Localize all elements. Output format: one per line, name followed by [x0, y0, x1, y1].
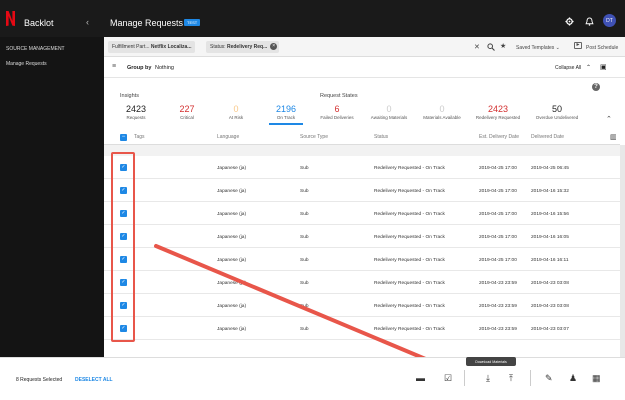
assign-person-icon[interactable]: ♟: [569, 373, 577, 384]
annotation-arrow: [154, 244, 490, 386]
pencil-edit-icon[interactable]: ✎: [545, 373, 553, 384]
edit-note-icon[interactable]: ☑: [444, 373, 452, 384]
deselect-all-button[interactable]: DESELECT ALL: [75, 377, 113, 383]
download-materials-tooltip: Download Materials: [466, 357, 516, 366]
selection-count: 8 Requests Selected: [16, 377, 63, 383]
toolbar-divider: [530, 370, 531, 386]
download-icon[interactable]: ⤓: [486, 373, 490, 384]
upload-icon[interactable]: ⤒: [509, 373, 513, 384]
toolbar-divider: [464, 370, 465, 386]
bulk-action-bar: 8 Requests Selected DESELECT ALL ▬ ☑ ⤓ ⤒…: [0, 357, 625, 400]
schedule-calendar-icon[interactable]: ▦: [592, 373, 601, 384]
comment-icon[interactable]: ▬: [416, 373, 425, 383]
